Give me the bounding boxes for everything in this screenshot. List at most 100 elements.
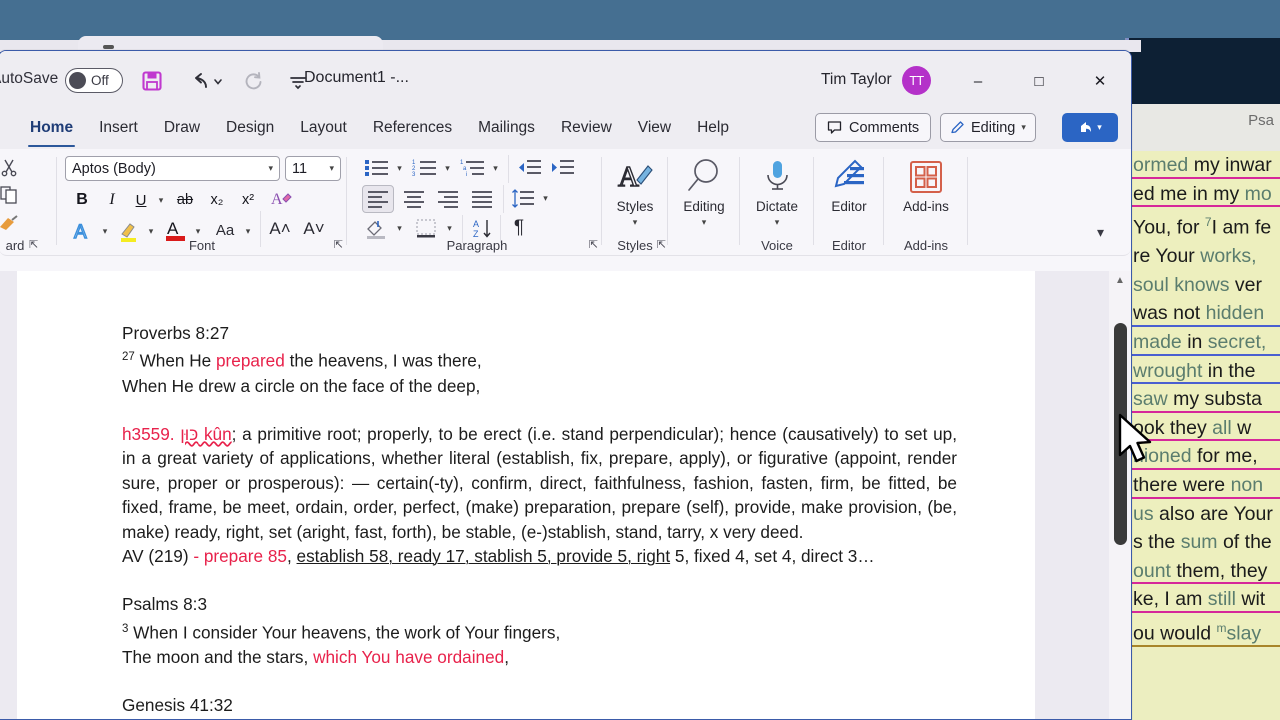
tab-mailings[interactable]: Mailings (465, 115, 548, 143)
tab-design[interactable]: Design (213, 115, 287, 143)
bold-button[interactable]: B (69, 187, 95, 213)
styles-button-label[interactable]: Styles (602, 199, 668, 214)
subscript-button[interactable]: x₂ (204, 187, 230, 213)
scripture-reference[interactable]: Genesis 41:32 (122, 693, 957, 717)
avatar[interactable]: TT (902, 66, 931, 95)
underline-chevron-down-icon[interactable]: ▾ (153, 191, 169, 209)
reader-verse-line[interactable]: re Your works, (1131, 242, 1280, 271)
microphone-icon[interactable] (760, 157, 794, 197)
ribbon-tab-bar[interactable]: Home Insert Draw Design Layout References Mail… (0, 109, 1131, 149)
verse-line[interactable]: 27 When He prepared the heavens, I was t… (122, 345, 957, 373)
reader-verse-line[interactable]: wrought in the (1131, 356, 1280, 386)
styles-chevron-down-icon[interactable]: ▾ (627, 215, 643, 229)
redo-icon[interactable] (237, 65, 271, 97)
clipboard-dialog-launcher[interactable]: ⇱ (29, 238, 38, 251)
tab-review[interactable]: Review (548, 115, 625, 143)
chevron-down-icon[interactable]: ▾ (1097, 224, 1104, 241)
tab-draw[interactable]: Draw (151, 115, 213, 143)
editing-chevron-down-icon[interactable]: ▾ (696, 215, 712, 229)
verse-line[interactable]: 3 When I consider Your heavens, the work… (122, 617, 957, 645)
share-button[interactable]: ▾ (1062, 113, 1118, 142)
align-center-icon[interactable] (398, 185, 430, 213)
font-dialog-launcher[interactable]: ⇱ (334, 238, 343, 251)
scrollbar-thumb[interactable] (1114, 323, 1127, 545)
strikethrough-button[interactable]: ab (171, 187, 199, 213)
reader-verse-line[interactable]: ook they all w (1131, 413, 1280, 443)
vertical-scrollbar[interactable]: ▲ (1109, 271, 1131, 719)
editing-mode-button[interactable]: Editing ▾ (940, 113, 1036, 142)
paragraph-dialog-launcher[interactable]: ⇱ (589, 238, 598, 251)
clear-formatting-icon[interactable]: A (267, 185, 295, 213)
line-spacing-chevron-down-icon[interactable]: ▾ (538, 189, 553, 207)
scripture-reference[interactable]: Proverbs 8:27 (122, 321, 957, 345)
save-icon[interactable] (135, 65, 169, 97)
multilevel-chevron-down-icon[interactable]: ▾ (488, 159, 503, 177)
verse-line[interactable]: The moon and the stars, which You have o… (122, 645, 957, 669)
numbering-icon[interactable]: 1 2 3 (410, 155, 440, 181)
reader-verse-line[interactable]: hioned for me, (1131, 442, 1280, 472)
dictate-chevron-down-icon[interactable]: ▾ (769, 215, 785, 229)
italic-button[interactable]: I (99, 187, 125, 213)
justify-icon[interactable] (466, 185, 498, 213)
tab-home[interactable]: Home (17, 115, 86, 147)
borders-chevron-down-icon[interactable]: ▾ (442, 219, 457, 237)
reader-verse-line[interactable]: us also are Your (1131, 499, 1280, 529)
reader-verse-line[interactable]: ormed my inwar (1131, 151, 1280, 180)
styles-icon[interactable]: A (615, 157, 655, 197)
reader-verse-line[interactable]: was not hidden (1131, 299, 1280, 329)
numbering-chevron-down-icon[interactable]: ▾ (440, 159, 455, 177)
reader-verse-line[interactable]: s the sum of the (1131, 528, 1280, 557)
verse-line[interactable]: When He drew a circle on the face of the… (122, 374, 957, 398)
line-spacing-icon[interactable] (508, 185, 538, 213)
ribbon-body[interactable]: ard ⇱ Aptos (Body) ▾ 11 ▾ B I U ▾ ab x₂ … (0, 149, 1131, 256)
align-left-icon[interactable] (362, 185, 394, 213)
reader-verse-line[interactable]: ed me in my mo (1131, 179, 1280, 209)
group-paragraph[interactable]: ▾ 1 2 3 ▾ 1 a i ▾ ▾ ▾ ▾ A Z ¶ Paragraph … (352, 149, 602, 256)
reader-verse-line[interactable]: ou would mslay (1131, 614, 1280, 649)
reader-verse-body[interactable]: ormed my inwar ed me in my mo You, for 7I … (1126, 151, 1280, 720)
tab-references[interactable]: References (360, 115, 465, 143)
superscript-button[interactable]: x² (235, 187, 261, 213)
addins-button-label[interactable]: Add-ins (884, 199, 968, 214)
tab-layout[interactable]: Layout (287, 115, 360, 143)
font-name-input[interactable]: Aptos (Body) ▾ (65, 156, 280, 181)
editor-icon[interactable] (832, 157, 868, 197)
comments-button[interactable]: Comments (815, 113, 932, 142)
font-size-input[interactable]: 11 ▾ (285, 156, 341, 181)
editor-button-label[interactable]: Editor (814, 199, 884, 214)
word-application-window[interactable]: AutoSave Off (0, 50, 1132, 720)
styles-dialog-launcher[interactable]: ⇱ (657, 238, 666, 251)
group-styles[interactable]: A Styles ▾ Styles ⇱ (602, 149, 668, 256)
reader-verse-line[interactable]: soul knows ver (1131, 270, 1280, 300)
tab-help[interactable]: Help (684, 115, 742, 143)
group-editing[interactable]: Editing ▾ (668, 149, 740, 256)
group-clipboard[interactable]: ard ⇱ (0, 149, 57, 256)
background-reader-window[interactable]: Psa ormed my inwar ed me in my mo You, for… (1125, 38, 1280, 720)
addins-icon[interactable] (908, 157, 944, 197)
document-page[interactable]: Proverbs 8:27 27 When He prepared the hea… (17, 271, 1035, 719)
multilevel-list-icon[interactable]: 1 a i (458, 155, 488, 181)
reader-verse-line[interactable]: made in secret, (1131, 328, 1280, 357)
editing-button-label[interactable]: Editing (668, 199, 740, 214)
bullets-chevron-down-icon[interactable]: ▾ (392, 159, 407, 177)
close-button[interactable]: ✕ (1079, 65, 1121, 97)
align-right-icon[interactable] (432, 185, 464, 213)
decrease-indent-icon[interactable] (515, 155, 545, 181)
find-icon[interactable] (684, 157, 724, 197)
cut-icon[interactable] (0, 153, 23, 181)
copy-icon[interactable] (0, 181, 23, 209)
scroll-up-icon[interactable]: ▲ (1115, 275, 1125, 286)
undo-icon[interactable] (185, 65, 231, 97)
lexicon-paragraph[interactable]: AV (219) - prepare 85, establish 58, rea… (122, 544, 957, 568)
reader-verse-line[interactable]: You, for 7I am fe (1131, 208, 1280, 243)
lexicon-paragraph[interactable]: h3559. כּוּן kûn; a primitive root; prop… (122, 422, 957, 544)
reader-verse-line[interactable]: ke, I am still wit (1131, 585, 1280, 614)
group-voice[interactable]: Dictate ▾ Voice (740, 149, 814, 256)
reader-verse-line[interactable]: saw my substa (1131, 385, 1280, 414)
scripture-reference[interactable]: Psalms 8:3 (122, 592, 957, 616)
format-painter-icon[interactable] (0, 209, 23, 237)
reader-verse-line[interactable]: ount them, they (1131, 556, 1280, 586)
bullets-icon[interactable] (362, 155, 392, 181)
group-font[interactable]: Aptos (Body) ▾ 11 ▾ B I U ▾ ab x₂ x² A A… (57, 149, 347, 256)
group-editor[interactable]: Editor Editor (814, 149, 884, 256)
